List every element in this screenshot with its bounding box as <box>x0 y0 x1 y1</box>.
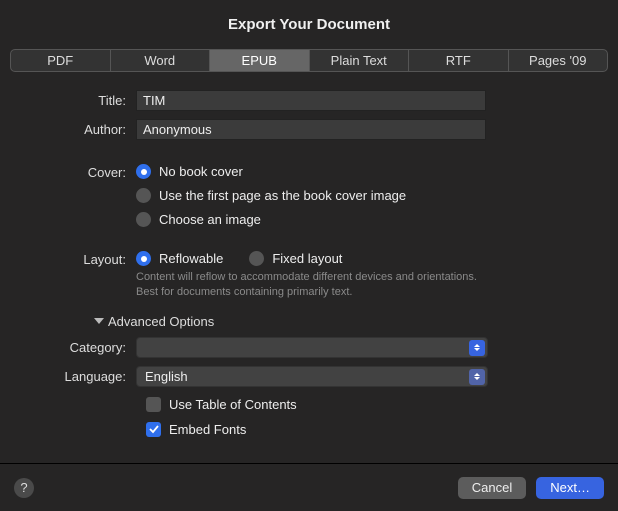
radio-icon <box>136 188 151 203</box>
dialog-footer: ? Cancel Next… <box>0 463 618 511</box>
radio-icon <box>136 212 151 227</box>
cover-option-first-page[interactable]: Use the first page as the book cover ima… <box>136 188 582 203</box>
checkbox-icon <box>146 422 161 437</box>
layout-option-fixed[interactable]: Fixed layout <box>249 251 342 266</box>
updown-icon <box>469 340 485 356</box>
author-label: Author: <box>36 119 136 137</box>
chevron-down-icon <box>94 318 104 324</box>
cover-option-none[interactable]: No book cover <box>136 164 582 179</box>
help-button[interactable]: ? <box>14 478 34 498</box>
radio-icon <box>136 251 151 266</box>
use-toc-checkbox[interactable]: Use Table of Contents <box>146 397 582 412</box>
radio-icon <box>249 251 264 266</box>
title-input[interactable] <box>136 90 486 111</box>
tab-pdf[interactable]: PDF <box>11 50 111 71</box>
tab-plain-text[interactable]: Plain Text <box>310 50 410 71</box>
tab-rtf[interactable]: RTF <box>409 50 509 71</box>
tab-pages09[interactable]: Pages '09 <box>509 50 608 71</box>
use-toc-label: Use Table of Contents <box>169 397 297 412</box>
dialog-title: Export Your Document <box>0 0 618 49</box>
format-tabs: PDF Word EPUB Plain Text RTF Pages '09 <box>10 49 608 72</box>
next-button[interactable]: Next… <box>536 477 604 499</box>
advanced-options-toggle[interactable]: Advanced Options <box>94 314 582 329</box>
updown-icon <box>469 369 485 385</box>
language-value: English <box>145 369 188 384</box>
layout-fixed-text: Fixed layout <box>272 251 342 266</box>
embed-fonts-checkbox[interactable]: Embed Fonts <box>146 422 582 437</box>
layout-label: Layout: <box>36 249 136 267</box>
advanced-options-label: Advanced Options <box>108 314 214 329</box>
cover-first-page-text: Use the first page as the book cover ima… <box>159 188 406 203</box>
tab-word[interactable]: Word <box>111 50 211 71</box>
title-label: Title: <box>36 90 136 108</box>
category-label: Category: <box>36 337 136 355</box>
embed-fonts-label: Embed Fonts <box>169 422 246 437</box>
cancel-button[interactable]: Cancel <box>458 477 526 499</box>
layout-hint: Content will reflow to accommodate diffe… <box>136 270 496 300</box>
layout-reflowable-text: Reflowable <box>159 251 223 266</box>
cover-option-choose[interactable]: Choose an image <box>136 212 582 227</box>
language-select[interactable]: English <box>136 366 488 387</box>
tab-epub[interactable]: EPUB <box>210 50 310 71</box>
radio-icon <box>136 164 151 179</box>
cover-choose-text: Choose an image <box>159 212 261 227</box>
category-select[interactable] <box>136 337 488 358</box>
language-label: Language: <box>36 366 136 384</box>
cover-label: Cover: <box>36 162 136 180</box>
cover-none-text: No book cover <box>159 164 243 179</box>
checkbox-icon <box>146 397 161 412</box>
author-input[interactable] <box>136 119 486 140</box>
layout-option-reflowable[interactable]: Reflowable <box>136 251 223 266</box>
